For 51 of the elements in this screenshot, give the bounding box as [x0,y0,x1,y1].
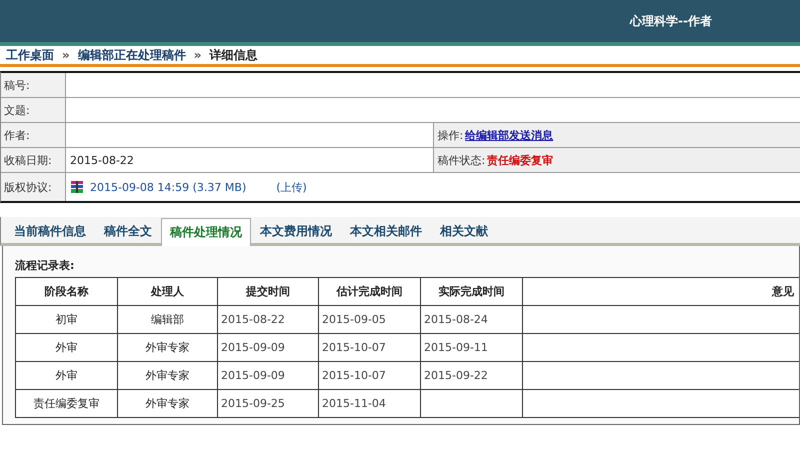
table-cell: 编辑部 [118,306,218,334]
archive-icon [70,180,84,194]
tab[interactable]: 本文相关邮件 [341,218,431,243]
send-message-link[interactable]: 给编辑部发送消息 [465,128,554,142]
table-cell: 2015-09-09 [218,362,318,390]
status-value: 责任编委复审 [487,152,554,168]
table-cell: 外审专家 [118,390,218,418]
table-cell: 初审 [16,306,118,334]
breadcrumb-link[interactable]: 编辑部正在处理稿件 [78,46,186,64]
table-cell: 外审 [16,334,118,362]
column-header: 阶段名称 [16,278,118,306]
column-header: 提交时间 [218,278,318,306]
upload-link[interactable]: (上传) [276,180,307,194]
table-cell: 2015-10-07 [318,362,420,390]
field-label: 版权协议: [1,173,66,201]
table-cell: 2015-11-04 [318,390,420,418]
breadcrumb-link[interactable]: 工作桌面 [6,46,54,64]
table-cell: 2015-09-22 [420,362,522,390]
field-label: 稿件状态: [438,152,486,168]
breadcrumb-separator: » [194,48,202,62]
table-cell: 2015-08-22 [218,306,318,334]
table-cell: 2015-09-11 [420,334,522,362]
field-label: 文题: [1,98,66,122]
table-cell: 外审专家 [118,362,218,390]
tab[interactable]: 本文费用情况 [251,218,341,243]
tab[interactable]: 当前稿件信息 [5,218,95,243]
table-cell: 责任编委复审 [16,390,118,418]
table-cell: 2015-09-25 [218,390,318,418]
file-info[interactable]: 2015-09-08 14:59 (3.37 MB) [90,180,246,194]
field-label: 操作: [438,128,464,142]
field-label: 稿号: [1,73,66,97]
table-cell: 2015-08-24 [420,306,522,334]
received-date: 2015-08-22 [70,154,134,166]
tab[interactable]: 稿件全文 [95,218,161,243]
table-cell: 2015-09-09 [218,334,318,362]
column-header: 意见 [522,278,799,306]
table-cell: 2015-10-07 [318,334,420,362]
section-title: 流程记录表: [15,258,76,273]
breadcrumb-current: 详细信息 [210,46,258,64]
field-label: 作者: [1,123,66,147]
breadcrumb-separator: » [62,48,70,62]
site-title: 心理科学--作者 [630,12,712,30]
column-header: 处理人 [118,278,218,306]
column-header: 实际完成时间 [420,278,522,306]
tab[interactable]: 相关文献 [431,218,497,243]
field-label: 收稿日期: [1,148,66,172]
table-cell: 外审 [16,362,118,390]
column-header: 估计完成时间 [318,278,420,306]
tab[interactable]: 稿件处理情况 [161,218,251,246]
table-cell: 2015-09-05 [318,306,420,334]
table-cell: 外审专家 [118,334,218,362]
